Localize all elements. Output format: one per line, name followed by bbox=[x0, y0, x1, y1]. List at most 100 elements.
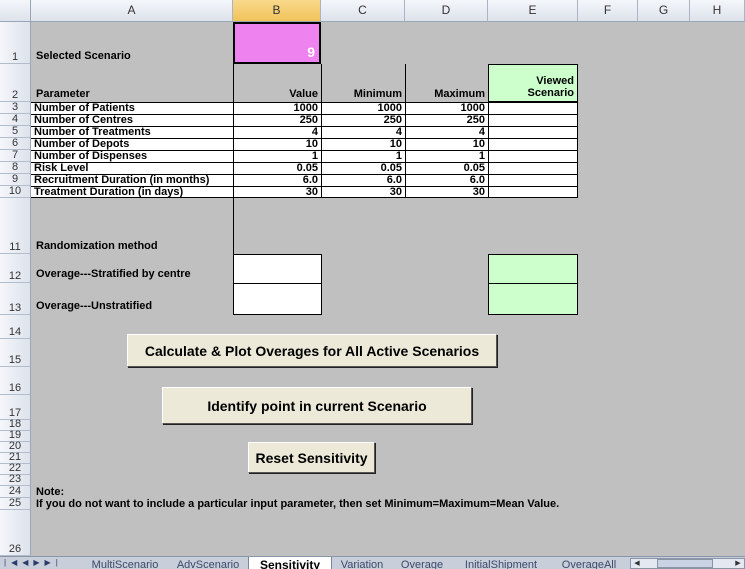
param-value[interactable]: 250 bbox=[233, 114, 321, 126]
row-header[interactable]: 11 bbox=[0, 198, 31, 254]
column-header-g[interactable]: G bbox=[638, 0, 690, 22]
tab-initialshipment[interactable]: InitialShipment bbox=[452, 557, 550, 569]
tab-overageall[interactable]: OverageAll bbox=[550, 557, 628, 569]
param-min[interactable]: 4 bbox=[321, 126, 405, 138]
param-min[interactable]: 250 bbox=[321, 114, 405, 126]
param-min[interactable]: 0.05 bbox=[321, 162, 405, 174]
param-name[interactable]: Recruitment Duration (in months) bbox=[31, 174, 233, 186]
param-name[interactable]: Number of Dispenses bbox=[31, 150, 233, 162]
selected-scenario-cell[interactable]: 9 bbox=[233, 22, 321, 64]
column-header-c[interactable]: C bbox=[321, 0, 405, 22]
param-max[interactable]: 30 bbox=[405, 186, 488, 198]
table-border bbox=[31, 174, 578, 175]
identify-point-button[interactable]: Identify point in current Scenario bbox=[162, 387, 472, 424]
column-header-e[interactable]: E bbox=[488, 0, 578, 22]
row-header[interactable]: 14 bbox=[0, 315, 31, 339]
overage-stratified-value[interactable] bbox=[233, 254, 322, 284]
param-min[interactable]: 6.0 bbox=[321, 174, 405, 186]
calculate-plot-overages-button[interactable]: Calculate & Plot Overages for All Active… bbox=[127, 334, 497, 367]
param-value[interactable]: 10 bbox=[233, 138, 321, 150]
param-value[interactable]: 0.05 bbox=[233, 162, 321, 174]
param-name[interactable]: Treatment Duration (in days) bbox=[31, 186, 233, 198]
table-border bbox=[31, 138, 578, 139]
column-header-f[interactable]: F bbox=[578, 0, 638, 22]
param-value[interactable]: 1 bbox=[233, 150, 321, 162]
randomization-border bbox=[233, 198, 234, 254]
param-min[interactable]: 30 bbox=[321, 186, 405, 198]
param-name[interactable]: Number of Treatments bbox=[31, 126, 233, 138]
horizontal-scrollbar[interactable]: ◀ ▶ bbox=[630, 558, 745, 569]
prev-sheet-icon[interactable]: ◀ bbox=[22, 558, 33, 567]
row-header[interactable]: 25 bbox=[0, 497, 31, 510]
last-sheet-icon[interactable]: ▶| bbox=[45, 558, 63, 567]
param-name[interactable]: Number of Centres bbox=[31, 114, 233, 126]
column-header-a[interactable]: A bbox=[31, 0, 233, 22]
maximum-header: Maximum bbox=[434, 88, 485, 100]
param-max[interactable]: 1000 bbox=[405, 102, 488, 114]
overage-unstratified-viewed[interactable] bbox=[488, 283, 578, 315]
randomization-label: Randomization method bbox=[36, 240, 158, 252]
viewed-scenario-header: Viewed Scenario bbox=[488, 64, 578, 102]
row-header[interactable]: 17 bbox=[0, 395, 31, 420]
table-border bbox=[31, 126, 578, 127]
table-border bbox=[31, 114, 578, 115]
param-min[interactable]: 1 bbox=[321, 150, 405, 162]
param-value[interactable]: 30 bbox=[233, 186, 321, 198]
param-name[interactable]: Risk Level bbox=[31, 162, 233, 174]
param-name[interactable]: Number of Depots bbox=[31, 138, 233, 150]
row-header[interactable]: 1 bbox=[0, 22, 31, 64]
row-header[interactable]: 12 bbox=[0, 254, 31, 283]
first-sheet-icon[interactable]: |◀ bbox=[4, 558, 22, 567]
viewed-header-line1: Viewed bbox=[536, 75, 574, 87]
scroll-right-icon[interactable]: ▶ bbox=[732, 559, 744, 568]
column-header-h[interactable]: H bbox=[690, 0, 745, 22]
header-border bbox=[405, 64, 406, 102]
param-value[interactable]: 1000 bbox=[233, 102, 321, 114]
tab-nav-buttons: |◀◀▶▶| bbox=[0, 557, 82, 569]
param-max[interactable]: 0.05 bbox=[405, 162, 488, 174]
column-header-d[interactable]: D bbox=[405, 0, 488, 22]
column-header-b[interactable]: B bbox=[233, 0, 321, 22]
header-border bbox=[321, 64, 322, 102]
param-value[interactable]: 6.0 bbox=[233, 174, 321, 186]
param-min[interactable]: 10 bbox=[321, 138, 405, 150]
param-value[interactable]: 4 bbox=[233, 126, 321, 138]
param-max[interactable]: 1 bbox=[405, 150, 488, 162]
row-header[interactable]: 16 bbox=[0, 367, 31, 395]
tab-sensitivity[interactable]: Sensitivity bbox=[248, 557, 332, 569]
tab-variation[interactable]: Variation bbox=[332, 557, 392, 569]
parameter-header: Parameter bbox=[36, 88, 90, 100]
tab-advscenario[interactable]: AdvScenario bbox=[168, 557, 248, 569]
selected-scenario-value: 9 bbox=[307, 44, 315, 60]
overage-stratified-viewed[interactable] bbox=[488, 254, 578, 284]
note-title: Note: bbox=[36, 486, 65, 498]
scroll-left-icon[interactable]: ◀ bbox=[631, 559, 643, 568]
minimum-header: Minimum bbox=[353, 88, 402, 100]
note-text: If you do not want to include a particul… bbox=[36, 498, 560, 510]
overage-unstratified-value[interactable] bbox=[233, 283, 322, 315]
header-border bbox=[233, 64, 234, 102]
table-border bbox=[31, 186, 578, 187]
param-name[interactable]: Number of Patients bbox=[31, 102, 233, 114]
scroll-thumb[interactable] bbox=[657, 559, 713, 568]
param-max[interactable]: 10 bbox=[405, 138, 488, 150]
tab-multiscenario[interactable]: MultiScenario bbox=[82, 557, 168, 569]
param-max[interactable]: 6.0 bbox=[405, 174, 488, 186]
value-header: Value bbox=[289, 88, 318, 100]
overage-unstratified-label: Overage---Unstratified bbox=[36, 300, 153, 312]
next-sheet-icon[interactable]: ▶ bbox=[33, 558, 44, 567]
tab-overage[interactable]: Overage bbox=[392, 557, 452, 569]
row-header[interactable]: 2 bbox=[0, 64, 31, 102]
reset-sensitivity-button[interactable]: Reset Sensitivity bbox=[248, 442, 375, 473]
select-all-corner[interactable] bbox=[0, 0, 31, 22]
row-header[interactable]: 10 bbox=[0, 185, 31, 198]
param-max[interactable]: 250 bbox=[405, 114, 488, 126]
row-header[interactable]: 13 bbox=[0, 283, 31, 315]
viewed-header-line2: Scenario bbox=[527, 87, 574, 99]
selected-scenario-label: Selected Scenario bbox=[36, 50, 131, 62]
param-max[interactable]: 4 bbox=[405, 126, 488, 138]
row-header[interactable]: 26 bbox=[0, 510, 31, 556]
sheet-tab-bar: |◀◀▶▶| MultiScenario AdvScenario Sensiti… bbox=[0, 556, 745, 569]
row-header[interactable]: 15 bbox=[0, 339, 31, 367]
param-min[interactable]: 1000 bbox=[321, 102, 405, 114]
